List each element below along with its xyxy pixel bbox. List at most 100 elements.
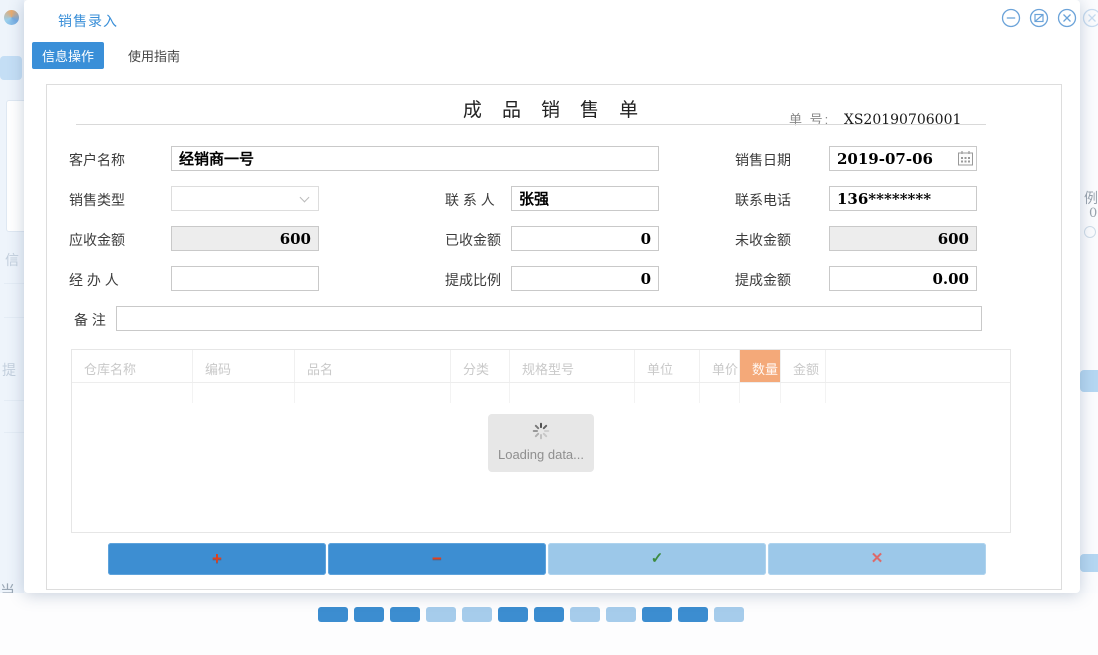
background-text: 当 (0, 580, 15, 593)
order-number-value: XS20190706001 (844, 112, 962, 128)
background-divider (4, 283, 24, 284)
close-icon[interactable] (1057, 8, 1077, 28)
unreceived-amount-input (829, 226, 977, 251)
background-page-left: 信 提 当 (0, 0, 24, 593)
received-amount-input[interactable] (511, 226, 659, 251)
background-text: 提 (2, 360, 16, 380)
background-page-right: 例 0 (1080, 0, 1098, 593)
background-divider (4, 432, 24, 433)
table-empty-row (72, 383, 1010, 403)
col-warehouse-name: 仓库名称 (72, 350, 192, 382)
contact-phone-label: 联系电话 (735, 190, 791, 210)
background-button-fragment (318, 607, 348, 622)
background-close-icon (1082, 8, 1098, 33)
form-fields: 客户名称 销售日期 销售类型 (47, 139, 1061, 339)
dialog-titlebar: 销售录入 (24, 0, 1080, 38)
tab-info-operation[interactable]: 信息操作 (32, 42, 104, 69)
remove-row-button[interactable]: − (328, 543, 546, 575)
col-product-name: 品名 (294, 350, 450, 382)
background-button-fragment (390, 607, 420, 622)
col-code: 编码 (192, 350, 294, 382)
background-text: 例 (1084, 188, 1098, 208)
sales-date-field (829, 146, 977, 171)
col-category: 分类 (450, 350, 509, 382)
background-button-fragment (570, 607, 600, 622)
window-controls (1001, 8, 1077, 28)
handler-input[interactable] (171, 266, 319, 291)
tab-bar: 信息操作 使用指南 (32, 42, 190, 69)
background-button-edge (1080, 554, 1098, 572)
col-amount: 金额 (780, 350, 825, 382)
background-text: 0 (1089, 206, 1097, 221)
line-items-table: 仓库名称 编码 品名 分类 规格型号 单位 单价 数量 金额 (71, 349, 1011, 533)
contact-phone-input[interactable] (829, 186, 977, 211)
background-panel-edge (6, 100, 24, 232)
receivable-amount-label: 应收金额 (69, 230, 125, 250)
loading-text: Loading data... (488, 447, 594, 462)
remark-input[interactable] (116, 306, 982, 331)
commission-ratio-input[interactable] (511, 266, 659, 291)
app-logo-icon (4, 10, 19, 25)
background-button-fragment (354, 607, 384, 622)
commission-amount-label: 提成金额 (735, 270, 791, 290)
col-quantity: 数量 (739, 350, 780, 382)
minimize-icon[interactable] (1001, 8, 1021, 28)
chevron-down-icon (300, 193, 310, 203)
background-button-fragment (642, 607, 672, 622)
tab-user-guide[interactable]: 使用指南 (118, 42, 190, 69)
form-row: 销售类型 联 系 人 联系电话 (47, 179, 1061, 219)
handler-label: 经 办 人 (69, 270, 119, 290)
col-spec-model: 规格型号 (509, 350, 634, 382)
customer-name-input[interactable] (171, 146, 659, 171)
background-button-fragment (462, 607, 492, 622)
confirm-button[interactable]: ✓ (548, 543, 766, 575)
sales-type-label: 销售类型 (69, 190, 125, 210)
background-page-bottom (0, 593, 1098, 655)
commission-amount-input[interactable] (829, 266, 977, 291)
sales-form-panel: 成 品 销 售 单 单 号: XS20190706001 客户名称 销售日期 (46, 84, 1062, 590)
form-row: 应收金额 已收金额 未收金额 (47, 219, 1061, 259)
col-filler (825, 350, 1010, 382)
background-nav-chip (0, 56, 22, 80)
form-row: 客户名称 销售日期 (47, 139, 1061, 179)
form-row: 备 注 (47, 299, 1061, 339)
title-divider (76, 124, 986, 125)
calendar-icon[interactable] (957, 150, 974, 167)
sales-date-label: 销售日期 (735, 150, 791, 170)
background-clock-icon (1084, 226, 1096, 238)
order-number: 单 号: XS20190706001 (789, 109, 961, 128)
background-text: 信 (5, 250, 19, 270)
col-unit-price: 单价 (699, 350, 739, 382)
received-amount-label: 已收金额 (445, 230, 501, 250)
background-button-fragment (714, 607, 744, 622)
cancel-button[interactable]: ✕ (768, 543, 986, 575)
sales-date-input[interactable] (829, 146, 977, 171)
form-row: 经 办 人 提成比例 提成金额 (47, 259, 1061, 299)
background-divider (4, 317, 24, 318)
restore-icon[interactable] (1029, 8, 1049, 28)
background-bottom-buttons (318, 607, 744, 622)
table-header-row: 仓库名称 编码 品名 分类 规格型号 单位 单价 数量 金额 (72, 350, 1010, 383)
contact-person-input[interactable] (511, 186, 659, 211)
grid-toolbar: + − ✓ ✕ (108, 543, 986, 575)
background-button-fragment (498, 607, 528, 622)
remark-label: 备 注 (74, 310, 106, 330)
background-button-fragment (426, 607, 456, 622)
customer-name-label: 客户名称 (69, 150, 125, 170)
background-button-edge (1080, 370, 1098, 392)
add-row-button[interactable]: + (108, 543, 326, 575)
background-button-fragment (678, 607, 708, 622)
loading-indicator: Loading data... (488, 414, 594, 472)
sales-entry-dialog: 销售录入 信息操作 使用指南 成 品 销 售 单 单 号: XS201 (24, 0, 1080, 593)
unreceived-amount-label: 未收金额 (735, 230, 791, 250)
sales-type-select[interactable] (171, 186, 319, 211)
spinner-icon (532, 427, 550, 444)
background-button-fragment (606, 607, 636, 622)
commission-ratio-label: 提成比例 (445, 270, 501, 290)
dialog-title: 销售录入 (58, 11, 118, 31)
screen: 信 提 当 例 0 销售录入 (0, 0, 1098, 655)
background-divider (4, 400, 24, 401)
contact-person-label: 联 系 人 (445, 190, 495, 210)
col-unit: 单位 (634, 350, 699, 382)
receivable-amount-input (171, 226, 319, 251)
